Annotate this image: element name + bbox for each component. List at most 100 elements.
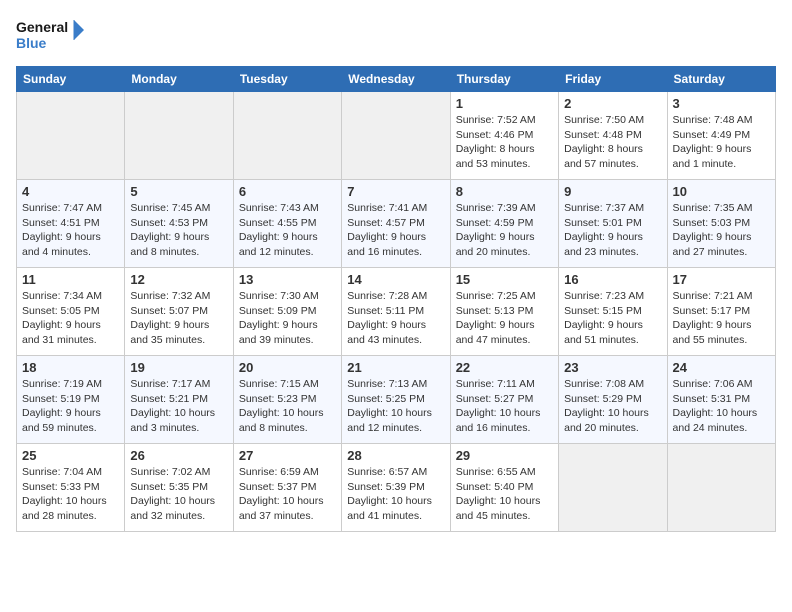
calendar-cell (233, 92, 341, 180)
calendar-cell: 28 Sunrise: 6:57 AM Sunset: 5:39 PM Dayli… (342, 444, 450, 532)
calendar-cell (667, 444, 775, 532)
calendar-cell: 7 Sunrise: 7:41 AM Sunset: 4:57 PM Daylig… (342, 180, 450, 268)
calendar-cell: 9 Sunrise: 7:37 AM Sunset: 5:01 PM Daylig… (559, 180, 667, 268)
day-number: 8 (456, 184, 553, 199)
calendar-table: SundayMondayTuesdayWednesdayThursdayFrid… (16, 66, 776, 532)
day-number: 1 (456, 96, 553, 111)
calendar-cell: 2 Sunrise: 7:50 AM Sunset: 4:48 PM Daylig… (559, 92, 667, 180)
svg-text:General: General (16, 19, 68, 35)
day-number: 17 (673, 272, 770, 287)
calendar-cell: 29 Sunrise: 6:55 AM Sunset: 5:40 PM Dayli… (450, 444, 558, 532)
day-number: 3 (673, 96, 770, 111)
day-number: 18 (22, 360, 119, 375)
day-info: Sunrise: 7:11 AM Sunset: 5:27 PM Dayligh… (456, 377, 553, 436)
calendar-cell: 22Sunrise: 7:11 AM Sunset: 5:27 PM Dayli… (450, 356, 558, 444)
logo-svg: General Blue (16, 16, 86, 56)
day-info: Sunrise: 6:59 AM Sunset: 5:37 PM Dayligh… (239, 465, 336, 524)
day-info: Sunrise: 7:23 AM Sunset: 5:15 PM Dayligh… (564, 289, 661, 348)
day-info: Sunrise: 7:43 AM Sunset: 4:55 PM Dayligh… (239, 201, 336, 260)
day-number: 6 (239, 184, 336, 199)
calendar-week-row: 4 Sunrise: 7:47 AM Sunset: 4:51 PM Daylig… (17, 180, 776, 268)
day-info: Sunrise: 7:35 AM Sunset: 5:03 PM Dayligh… (673, 201, 770, 260)
day-info: Sunrise: 7:45 AM Sunset: 4:53 PM Dayligh… (130, 201, 227, 260)
calendar-cell: 27 Sunrise: 6:59 AM Sunset: 5:37 PM Dayli… (233, 444, 341, 532)
day-number: 7 (347, 184, 444, 199)
day-number: 27 (239, 448, 336, 463)
day-number: 25 (22, 448, 119, 463)
day-number: 21 (347, 360, 444, 375)
day-number: 24 (673, 360, 770, 375)
day-number: 23 (564, 360, 661, 375)
day-info: Sunrise: 7:25 AM Sunset: 5:13 PM Dayligh… (456, 289, 553, 348)
day-info: Sunrise: 7:47 AM Sunset: 4:51 PM Dayligh… (22, 201, 119, 260)
weekday-header: Tuesday (233, 67, 341, 92)
calendar-cell: 25Sunrise: 7:04 AM Sunset: 5:33 PM Dayli… (17, 444, 125, 532)
calendar-week-row: 18 Sunrise: 7:19 AM Sunset: 5:19 PM Dayli… (17, 356, 776, 444)
calendar-cell (559, 444, 667, 532)
day-info: Sunrise: 7:37 AM Sunset: 5:01 PM Dayligh… (564, 201, 661, 260)
logo: General Blue (16, 16, 86, 56)
calendar-cell: 11Sunrise: 7:34 AM Sunset: 5:05 PM Dayli… (17, 268, 125, 356)
calendar-cell: 21Sunrise: 7:13 AM Sunset: 5:25 PM Dayli… (342, 356, 450, 444)
day-info: Sunrise: 7:41 AM Sunset: 4:57 PM Dayligh… (347, 201, 444, 260)
calendar-cell: 1 Sunrise: 7:52 AM Sunset: 4:46 PM Daylig… (450, 92, 558, 180)
svg-text:Blue: Blue (16, 35, 47, 51)
weekday-header: Friday (559, 67, 667, 92)
calendar-cell: 19 Sunrise: 7:17 AM Sunset: 5:21 PM Dayli… (125, 356, 233, 444)
day-number: 11 (22, 272, 119, 287)
day-info: Sunrise: 7:50 AM Sunset: 4:48 PM Dayligh… (564, 113, 661, 172)
calendar-cell: 13 Sunrise: 7:30 AM Sunset: 5:09 PM Dayli… (233, 268, 341, 356)
page-header: General Blue (16, 16, 776, 56)
calendar-cell: 20 Sunrise: 7:15 AM Sunset: 5:23 PM Dayli… (233, 356, 341, 444)
day-number: 20 (239, 360, 336, 375)
calendar-cell (125, 92, 233, 180)
calendar-cell: 6 Sunrise: 7:43 AM Sunset: 4:55 PM Daylig… (233, 180, 341, 268)
calendar-week-row: 1 Sunrise: 7:52 AM Sunset: 4:46 PM Daylig… (17, 92, 776, 180)
day-info: Sunrise: 6:57 AM Sunset: 5:39 PM Dayligh… (347, 465, 444, 524)
day-number: 29 (456, 448, 553, 463)
day-number: 26 (130, 448, 227, 463)
day-number: 19 (130, 360, 227, 375)
calendar-cell: 23 Sunrise: 7:08 AM Sunset: 5:29 PM Dayli… (559, 356, 667, 444)
day-number: 13 (239, 272, 336, 287)
calendar-cell: 4 Sunrise: 7:47 AM Sunset: 4:51 PM Daylig… (17, 180, 125, 268)
weekday-header: Monday (125, 67, 233, 92)
day-info: Sunrise: 7:39 AM Sunset: 4:59 PM Dayligh… (456, 201, 553, 260)
calendar-cell: 14Sunrise: 7:28 AM Sunset: 5:11 PM Dayli… (342, 268, 450, 356)
day-info: Sunrise: 7:15 AM Sunset: 5:23 PM Dayligh… (239, 377, 336, 436)
day-info: Sunrise: 7:32 AM Sunset: 5:07 PM Dayligh… (130, 289, 227, 348)
day-info: Sunrise: 7:30 AM Sunset: 5:09 PM Dayligh… (239, 289, 336, 348)
day-number: 4 (22, 184, 119, 199)
day-info: Sunrise: 6:55 AM Sunset: 5:40 PM Dayligh… (456, 465, 553, 524)
calendar-cell: 10 Sunrise: 7:35 AM Sunset: 5:03 PM Dayli… (667, 180, 775, 268)
day-number: 9 (564, 184, 661, 199)
day-info: Sunrise: 7:17 AM Sunset: 5:21 PM Dayligh… (130, 377, 227, 436)
day-number: 5 (130, 184, 227, 199)
calendar-cell: 16 Sunrise: 7:23 AM Sunset: 5:15 PM Dayli… (559, 268, 667, 356)
calendar-week-row: 25Sunrise: 7:04 AM Sunset: 5:33 PM Dayli… (17, 444, 776, 532)
day-info: Sunrise: 7:21 AM Sunset: 5:17 PM Dayligh… (673, 289, 770, 348)
day-number: 10 (673, 184, 770, 199)
calendar-cell: 8 Sunrise: 7:39 AM Sunset: 4:59 PM Daylig… (450, 180, 558, 268)
weekday-header: Saturday (667, 67, 775, 92)
day-info: Sunrise: 7:19 AM Sunset: 5:19 PM Dayligh… (22, 377, 119, 436)
weekday-header-row: SundayMondayTuesdayWednesdayThursdayFrid… (17, 67, 776, 92)
day-number: 28 (347, 448, 444, 463)
calendar-cell: 5 Sunrise: 7:45 AM Sunset: 4:53 PM Daylig… (125, 180, 233, 268)
day-number: 14 (347, 272, 444, 287)
weekday-header: Sunday (17, 67, 125, 92)
day-info: Sunrise: 7:52 AM Sunset: 4:46 PM Dayligh… (456, 113, 553, 172)
day-number: 16 (564, 272, 661, 287)
calendar-cell (17, 92, 125, 180)
day-number: 12 (130, 272, 227, 287)
day-info: Sunrise: 7:48 AM Sunset: 4:49 PM Dayligh… (673, 113, 770, 172)
day-number: 2 (564, 96, 661, 111)
calendar-cell: 3 Sunrise: 7:48 AM Sunset: 4:49 PM Daylig… (667, 92, 775, 180)
calendar-cell: 24Sunrise: 7:06 AM Sunset: 5:31 PM Dayli… (667, 356, 775, 444)
day-info: Sunrise: 7:08 AM Sunset: 5:29 PM Dayligh… (564, 377, 661, 436)
day-info: Sunrise: 7:02 AM Sunset: 5:35 PM Dayligh… (130, 465, 227, 524)
weekday-header: Thursday (450, 67, 558, 92)
calendar-cell: 26 Sunrise: 7:02 AM Sunset: 5:35 PM Dayli… (125, 444, 233, 532)
calendar-cell: 15 Sunrise: 7:25 AM Sunset: 5:13 PM Dayli… (450, 268, 558, 356)
day-number: 15 (456, 272, 553, 287)
